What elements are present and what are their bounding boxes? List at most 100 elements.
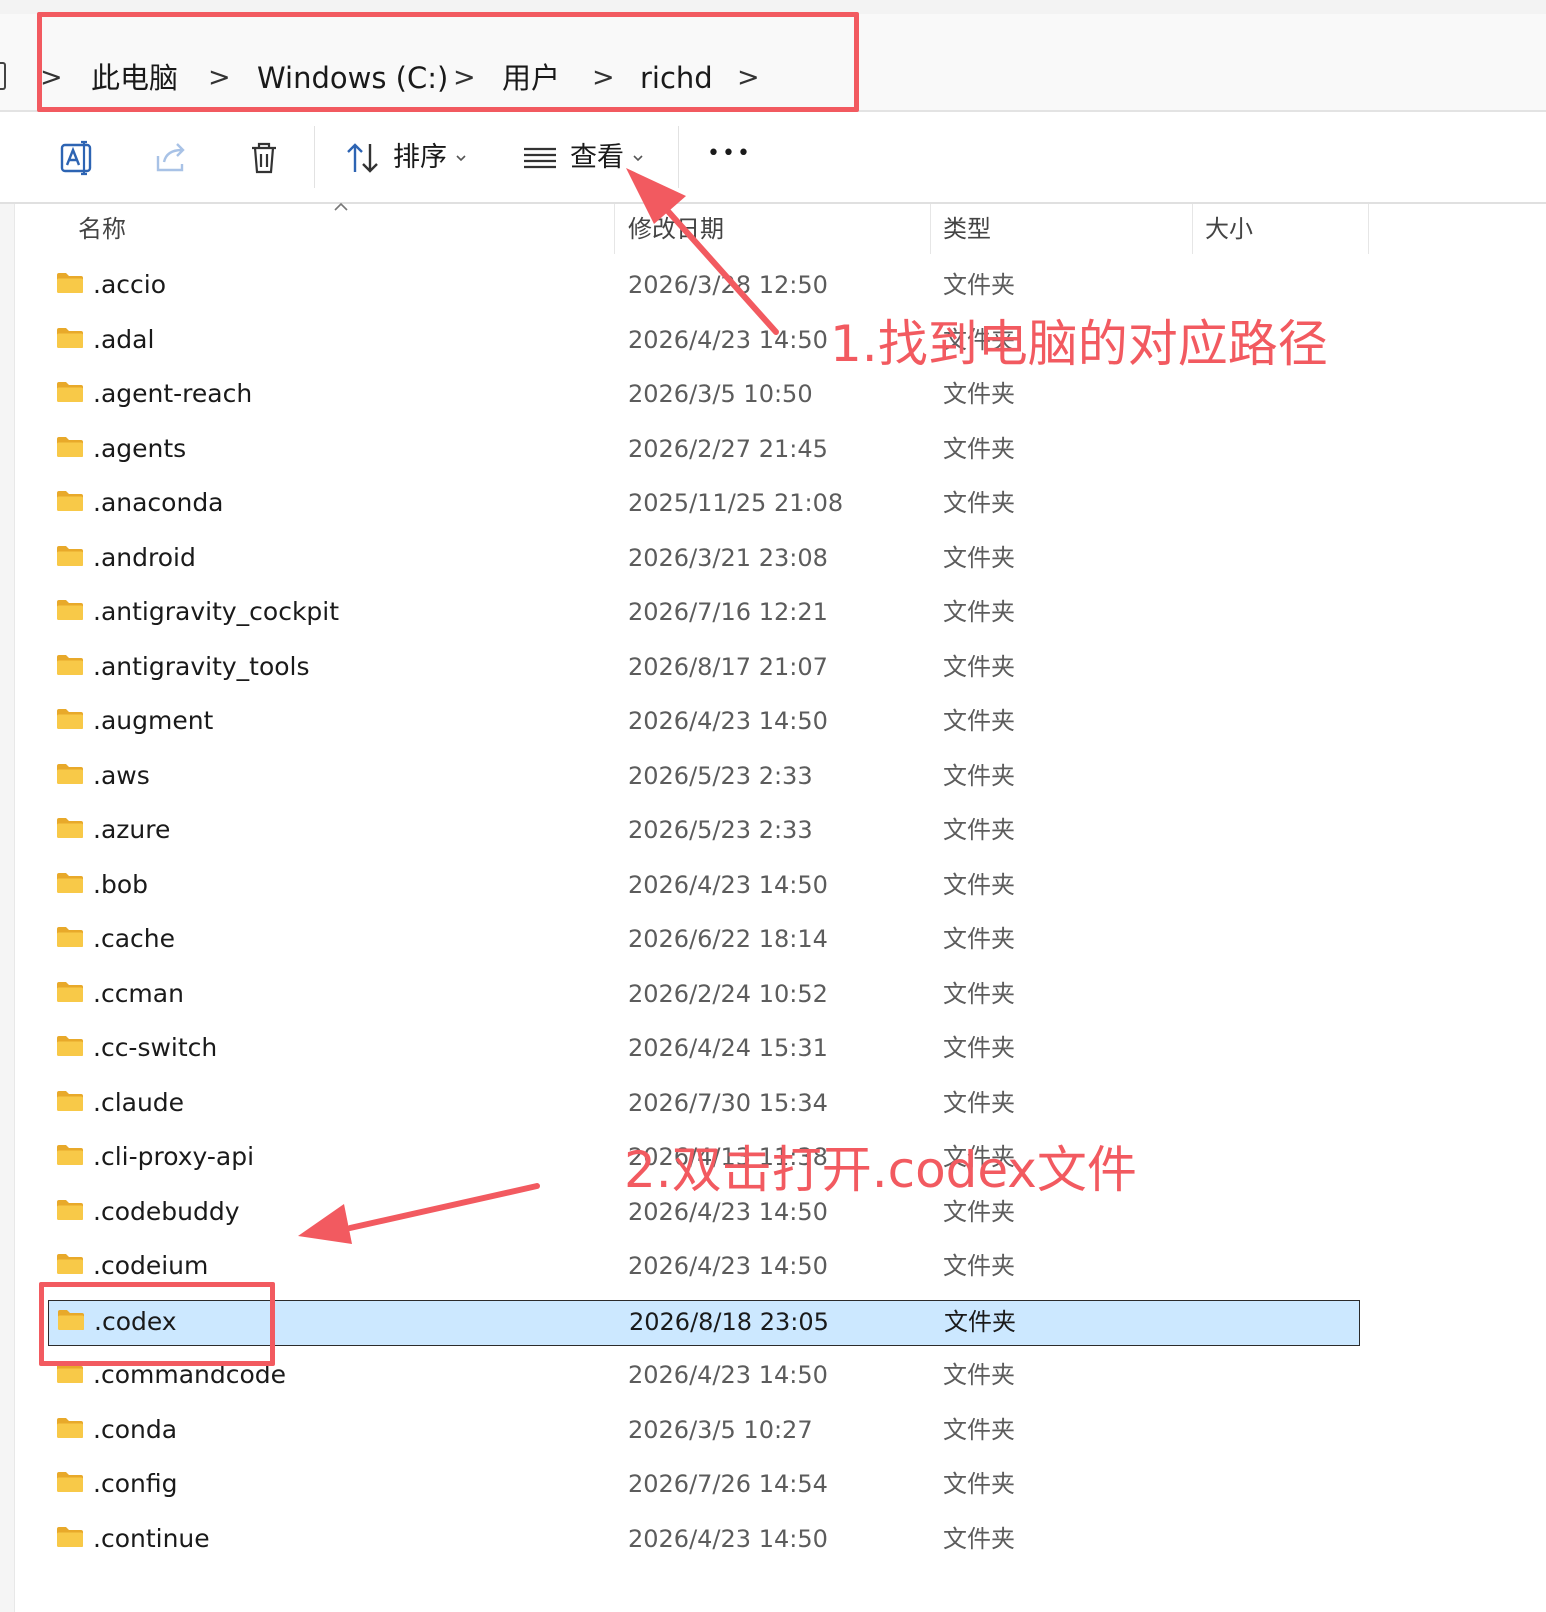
annotation-highlight-path (37, 12, 859, 112)
column-header-name[interactable]: 名称 (78, 214, 126, 244)
file-type: 文件夹 (943, 1034, 1015, 1062)
file-name[interactable]: .continue (93, 1520, 210, 1558)
file-row[interactable]: .aws 2026/5/23 2:33 文件夹 (48, 755, 1360, 801)
file-row[interactable]: .accio 2026/3/28 12:50 文件夹 (48, 264, 1360, 310)
file-name[interactable]: .config (93, 1465, 177, 1503)
more-options-button[interactable]: ••• (707, 136, 752, 172)
file-name[interactable]: .cache (93, 920, 175, 958)
file-row[interactable]: .ccman 2026/2/24 10:52 文件夹 (48, 973, 1360, 1019)
file-type: 文件夹 (943, 816, 1015, 844)
file-name[interactable]: .android (93, 539, 196, 577)
folder-icon (57, 545, 83, 566)
folder-icon (57, 818, 83, 838)
file-row[interactable]: .bob 2026/4/23 14:50 文件夹 (48, 864, 1360, 910)
chevron-down-icon[interactable] (632, 152, 644, 164)
file-type: 文件夹 (943, 761, 1015, 790)
file-name[interactable]: .azure (93, 811, 170, 849)
file-type: 文件夹 (943, 1088, 1015, 1117)
file-name[interactable]: .agent-reach (93, 375, 252, 413)
chevron-down-icon[interactable] (455, 152, 467, 164)
column-divider[interactable] (930, 204, 931, 254)
file-modified-date: 2026/7/26 14:54 (628, 1470, 828, 1498)
file-name[interactable]: .augment (93, 702, 213, 740)
file-row[interactable]: .continue 2026/4/23 14:50 文件夹 (48, 1518, 1360, 1564)
nav-pane-edge (0, 62, 6, 90)
file-row[interactable]: .agents 2026/2/27 21:45 文件夹 (48, 428, 1360, 474)
file-name[interactable]: .agents (93, 430, 186, 468)
file-row[interactable]: .config 2026/7/26 14:54 文件夹 (48, 1463, 1360, 1509)
file-name[interactable]: .antigravity_tools (93, 648, 310, 686)
file-modified-date: 2026/3/5 10:27 (628, 1415, 813, 1444)
annotation-highlight-codex (39, 1282, 275, 1366)
delete-icon[interactable] (244, 138, 284, 178)
folder-icon (57, 872, 83, 893)
file-row[interactable]: .claude 2026/7/30 15:34 文件夹 (48, 1082, 1360, 1128)
column-header-type[interactable]: 类型 (943, 214, 991, 244)
file-row[interactable]: .android 2026/3/21 23:08 文件夹 (48, 537, 1360, 583)
folder-icon (57, 382, 83, 402)
file-name[interactable]: .codeium (93, 1247, 208, 1285)
file-row[interactable]: .azure 2026/5/23 2:33 文件夹 (48, 809, 1360, 855)
file-name[interactable]: .codebuddy (93, 1193, 239, 1231)
view-list-icon[interactable] (520, 138, 560, 178)
file-name[interactable]: .conda (93, 1411, 177, 1449)
folder-icon (57, 1254, 83, 1274)
file-modified-date: 2026/4/23 14:50 (628, 1252, 828, 1280)
file-name[interactable]: .adal (93, 321, 154, 359)
column-divider[interactable] (1368, 204, 1369, 254)
file-type: 文件夹 (943, 652, 1015, 681)
file-name[interactable]: .cc-switch (93, 1029, 217, 1067)
file-row[interactable]: .augment 2026/4/23 14:50 文件夹 (48, 700, 1360, 746)
file-modified-date: 2026/5/23 2:33 (628, 761, 813, 790)
folder-icon (57, 1199, 83, 1220)
folder-icon (57, 1145, 83, 1165)
file-type: 文件夹 (943, 1470, 1015, 1498)
file-name[interactable]: .claude (93, 1084, 184, 1122)
column-header-size[interactable]: 大小 (1205, 214, 1253, 244)
file-name[interactable]: .anaconda (93, 484, 224, 522)
folder-icon (57, 1090, 83, 1111)
folder-icon (57, 1417, 83, 1438)
file-name[interactable]: .ccman (93, 975, 184, 1013)
file-name[interactable]: .cli-proxy-api (93, 1138, 254, 1176)
file-row[interactable]: .antigravity_cockpit 2026/7/16 12:21 文件夹 (48, 591, 1360, 637)
file-row[interactable]: .conda 2026/3/5 10:27 文件夹 (48, 1409, 1360, 1455)
file-row[interactable]: .agent-reach 2026/3/5 10:50 文件夹 (48, 373, 1360, 419)
file-name[interactable]: .aws (93, 757, 150, 795)
file-row[interactable]: .cc-switch 2026/4/24 15:31 文件夹 (48, 1027, 1360, 1073)
column-header-row: 名称 修改日期 类型 大小 (14, 204, 1546, 254)
column-divider[interactable] (1192, 204, 1193, 254)
file-modified-date: 2026/4/23 14:50 (628, 325, 828, 354)
file-type: 文件夹 (943, 543, 1015, 572)
file-type: 文件夹 (943, 380, 1015, 408)
file-modified-date: 2026/4/23 14:50 (628, 870, 828, 899)
file-modified-date: 2026/3/28 12:50 (628, 271, 828, 299)
file-modified-date: 2026/4/23 14:50 (628, 1524, 828, 1553)
file-name[interactable]: .antigravity_cockpit (93, 593, 339, 631)
file-type: 文件夹 (943, 1524, 1015, 1553)
file-type: 文件夹 (943, 925, 1015, 953)
file-row[interactable]: .antigravity_tools 2026/8/17 21:07 文件夹 (48, 646, 1360, 692)
file-row[interactable]: .anaconda 2025/11/25 21:08 文件夹 (48, 482, 1360, 528)
sort-icon[interactable] (343, 138, 383, 178)
folder-icon (57, 1526, 83, 1547)
file-type: 文件夹 (943, 598, 1015, 626)
folder-icon (57, 981, 83, 1002)
folder-icon (57, 709, 83, 729)
file-modified-date: 2026/3/5 10:50 (628, 380, 813, 408)
rename-icon[interactable] (57, 138, 97, 178)
file-type: 文件夹 (943, 707, 1015, 735)
view-button[interactable]: 查看 (570, 140, 624, 176)
file-type: 文件夹 (943, 434, 1015, 463)
share-icon[interactable] (152, 138, 192, 178)
sort-ascending-icon (334, 202, 348, 211)
file-modified-date: 2026/4/23 14:50 (628, 1361, 828, 1389)
file-name[interactable]: .bob (93, 866, 148, 904)
file-name[interactable]: .accio (93, 266, 166, 304)
file-explorer-window: > 此电脑 > Windows (C:) > 用户 > richd > 排序 查… (0, 0, 1546, 1612)
file-modified-date: 2025/11/25 21:08 (628, 489, 844, 517)
column-divider[interactable] (614, 204, 615, 254)
sort-button[interactable]: 排序 (393, 140, 447, 176)
file-row[interactable]: .cache 2026/6/22 18:14 文件夹 (48, 918, 1360, 964)
column-header-modified[interactable]: 修改日期 (628, 214, 724, 244)
